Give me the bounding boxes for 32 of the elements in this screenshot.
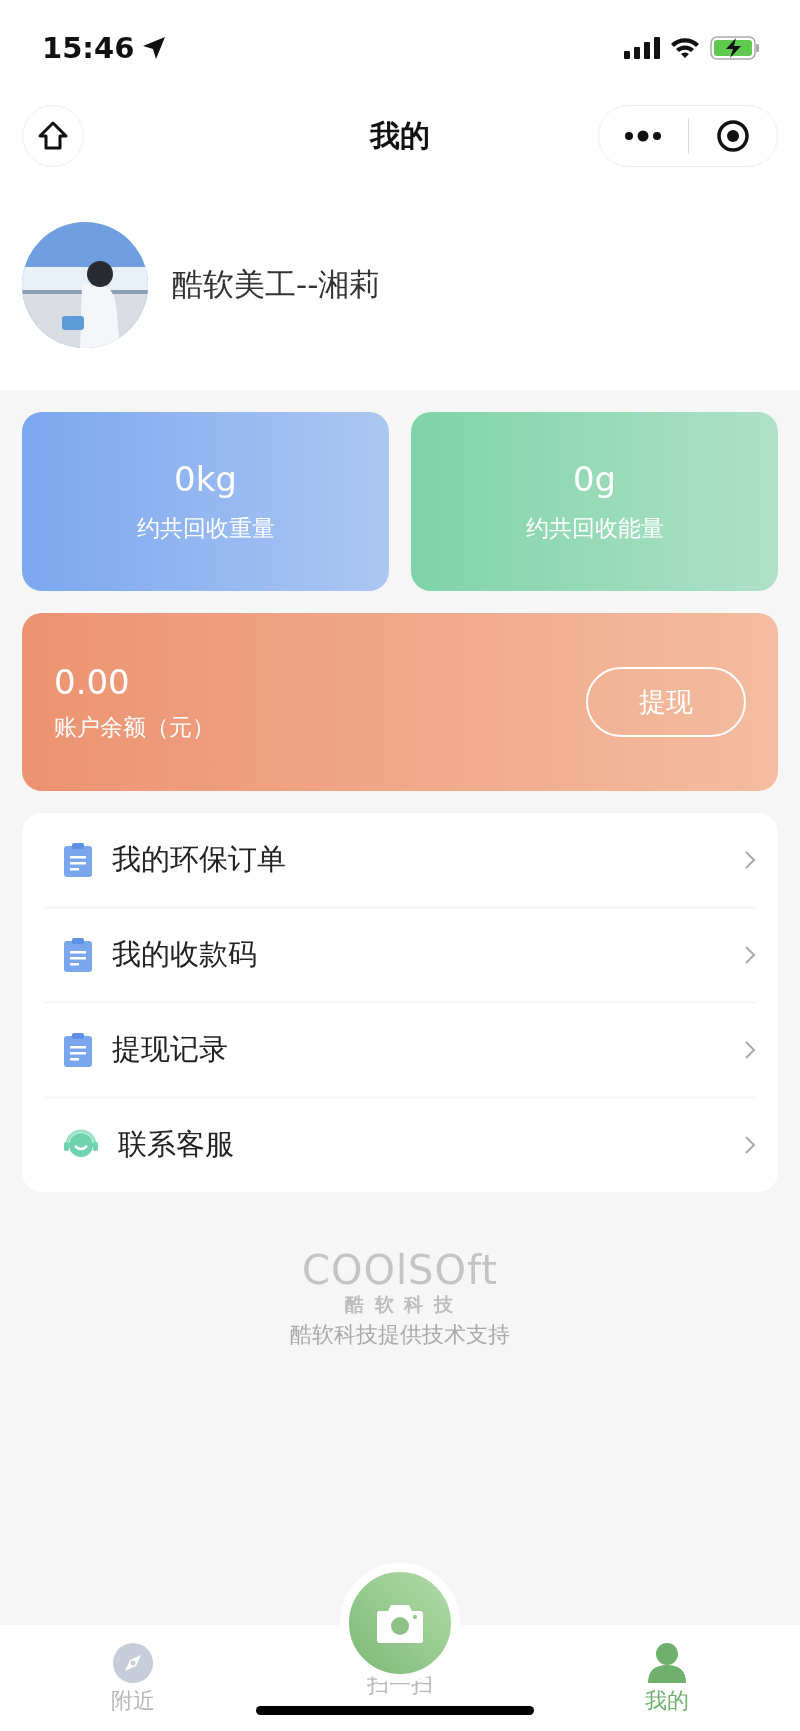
more-icon <box>624 130 663 142</box>
chevron-right-icon <box>744 1040 756 1060</box>
balance-label: 账户余额（元） <box>54 712 215 742</box>
menu-item[interactable]: 联系客服 <box>118 1125 724 1165</box>
page-title: 我的 <box>370 116 430 155</box>
stat-label: 约共回收重量 <box>136 514 275 543</box>
clipboard-icon <box>64 1033 92 1067</box>
location-arrow-icon <box>142 36 167 60</box>
camera-icon <box>377 1603 423 1643</box>
chevron-right-icon <box>744 1135 756 1155</box>
stat-value: 0g <box>572 459 617 499</box>
logo-subtitle: 酷 软 科 技 <box>345 1292 455 1317</box>
clipboard-icon <box>64 843 92 877</box>
clipboard-icon <box>64 938 92 972</box>
compass-icon <box>113 1643 154 1683</box>
chevron-right-icon <box>744 850 756 870</box>
menu-item[interactable]: 我的环保订单 <box>112 840 724 880</box>
user-name: 酷软美工--湘莉 <box>172 265 381 304</box>
menu-item[interactable]: 提现记录 <box>112 1030 724 1070</box>
target-icon <box>715 119 750 153</box>
balance-amount: 0.00 <box>54 661 131 702</box>
battery-charging-icon <box>710 36 760 60</box>
signal-icon <box>624 37 660 59</box>
stat-label: 约共回收能量 <box>525 514 664 543</box>
status-time: 15:46 <box>42 31 135 65</box>
credit-text: 酷软科技提供技术支持 <box>290 1321 510 1349</box>
chevron-right-icon <box>744 945 756 965</box>
stat-value: 0kg <box>174 459 237 499</box>
menu-item[interactable]: 我的收款码 <box>112 935 724 975</box>
home-icon <box>37 120 69 152</box>
wifi-icon <box>670 37 700 59</box>
person-icon <box>647 1643 686 1683</box>
